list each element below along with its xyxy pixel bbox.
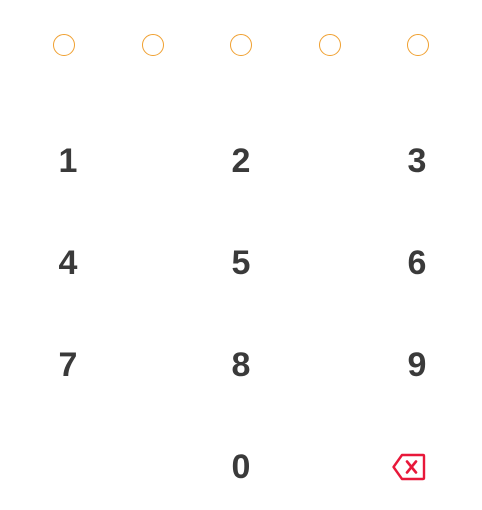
pin-dot xyxy=(407,34,429,56)
key-5[interactable]: 5 xyxy=(196,233,286,293)
pin-dot xyxy=(53,34,75,56)
key-7[interactable]: 7 xyxy=(23,335,113,395)
pin-dot xyxy=(230,34,252,56)
pin-dot xyxy=(142,34,164,56)
key-0[interactable]: 0 xyxy=(196,437,286,497)
key-2[interactable]: 2 xyxy=(196,131,286,191)
backspace-button[interactable] xyxy=(364,437,454,497)
key-9[interactable]: 9 xyxy=(372,335,462,395)
key-1[interactable]: 1 xyxy=(23,131,113,191)
key-3[interactable]: 3 xyxy=(372,131,462,191)
key-4[interactable]: 4 xyxy=(23,233,113,293)
key-8[interactable]: 8 xyxy=(196,335,286,395)
key-6[interactable]: 6 xyxy=(372,233,462,293)
backspace-icon xyxy=(392,453,426,481)
pin-dot xyxy=(319,34,341,56)
